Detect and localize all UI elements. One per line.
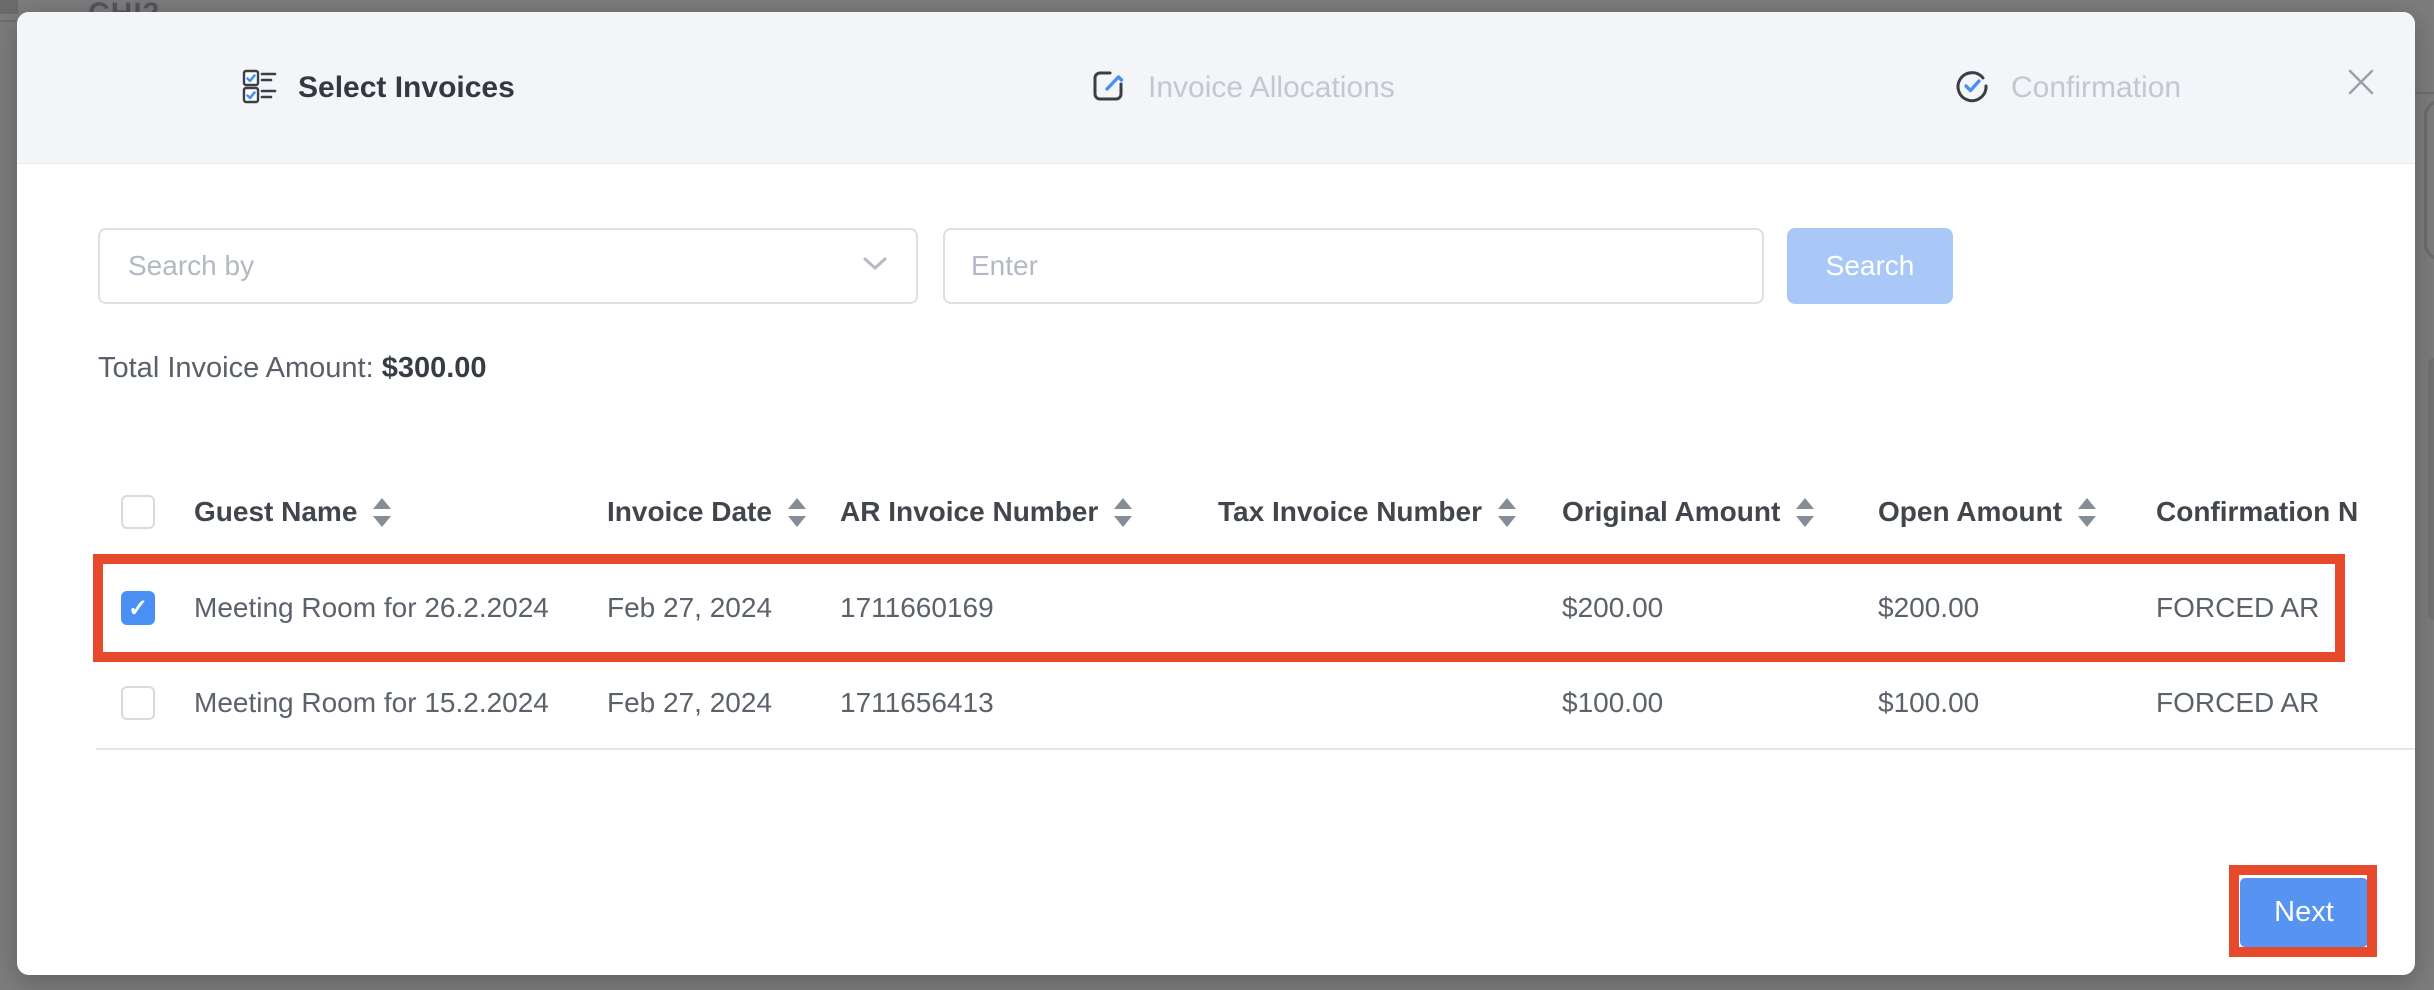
invoice-list-icon (242, 68, 278, 109)
column-label: Tax Invoice Number (1218, 496, 1482, 528)
cell-ar-invoice-number: 1711660169 (840, 592, 994, 624)
column-header-guest-name[interactable]: Guest Name (194, 496, 391, 528)
column-header-open-amount[interactable]: Open Amount (1878, 496, 2096, 528)
total-label: Total Invoice Amount: (98, 352, 374, 384)
total-value: $300.00 (382, 352, 487, 384)
select-invoices-modal: Select Invoices Invoice Allocations (17, 12, 2415, 975)
cell-invoice-date: Feb 27, 2024 (607, 592, 772, 624)
column-label: Guest Name (194, 496, 357, 528)
search-term-input[interactable] (943, 228, 1764, 304)
screen: CHI2 Select Inv (0, 0, 2434, 990)
search-by-select[interactable]: Search by (98, 228, 918, 304)
background-topbar-edge (0, 20, 17, 22)
column-header-ar-invoice-number[interactable]: AR Invoice Number (840, 496, 1132, 528)
row-checkbox-checked[interactable] (121, 591, 155, 625)
search-button[interactable]: Search (1787, 228, 1953, 304)
column-header-original-amount[interactable]: Original Amount (1562, 496, 1814, 528)
cell-original-amount: $100.00 (1562, 687, 1663, 719)
column-header-invoice-date[interactable]: Invoice Date (607, 496, 806, 528)
sort-icon[interactable] (373, 498, 391, 527)
stepper-header: Select Invoices Invoice Allocations (17, 12, 2415, 164)
background-sidebar-fragment (0, 0, 18, 14)
column-label: Original Amount (1562, 496, 1780, 528)
cell-invoice-date: Feb 27, 2024 (607, 687, 772, 719)
step-confirmation[interactable]: Confirmation (1953, 12, 2181, 164)
column-header-tax-invoice-number[interactable]: Tax Invoice Number (1218, 496, 1516, 528)
cell-confirmation: FORCED AR (2156, 592, 2319, 624)
cell-ar-invoice-number: 1711656413 (840, 687, 994, 719)
sort-icon[interactable] (2078, 498, 2096, 527)
cell-guest-name: Meeting Room for 15.2.2024 (194, 687, 549, 719)
sort-icon[interactable] (788, 498, 806, 527)
column-label: Invoice Date (607, 496, 772, 528)
step-label: Confirmation (2011, 71, 2181, 105)
background-card-edge (2415, 92, 2434, 94)
sort-icon[interactable] (1114, 498, 1132, 527)
background-card-corner (2424, 100, 2434, 260)
background-scrollbar-fragment (2428, 358, 2434, 620)
step-invoice-allocations[interactable]: Invoice Allocations (1090, 12, 1395, 164)
column-header-confirmation-number[interactable]: Confirmation N (2156, 496, 2415, 528)
cell-confirmation: FORCED AR (2156, 687, 2319, 719)
edit-square-icon (1090, 67, 1128, 110)
cell-open-amount: $100.00 (1878, 687, 1979, 719)
total-invoice-amount: Total Invoice Amount: $300.00 (98, 352, 487, 385)
next-button[interactable]: Next (2240, 878, 2368, 947)
cell-open-amount: $200.00 (1878, 592, 1979, 624)
step-select-invoices[interactable]: Select Invoices (242, 12, 515, 164)
sort-icon[interactable] (1796, 498, 1814, 527)
search-by-placeholder: Search by (128, 250, 254, 282)
close-icon[interactable] (2341, 62, 2381, 102)
sort-icon[interactable] (1498, 498, 1516, 527)
column-label: Confirmation N (2156, 496, 2358, 528)
column-label: AR Invoice Number (840, 496, 1098, 528)
circle-check-icon (1953, 67, 1991, 110)
select-all-checkbox[interactable] (121, 495, 155, 529)
chevron-down-icon (862, 256, 888, 277)
step-label: Invoice Allocations (1148, 71, 1395, 105)
step-label: Select Invoices (298, 71, 515, 105)
cell-guest-name: Meeting Room for 26.2.2024 (194, 592, 549, 624)
column-label: Open Amount (1878, 496, 2062, 528)
row-checkbox[interactable] (121, 686, 155, 720)
cell-original-amount: $200.00 (1562, 592, 1663, 624)
row-divider (96, 748, 2415, 750)
